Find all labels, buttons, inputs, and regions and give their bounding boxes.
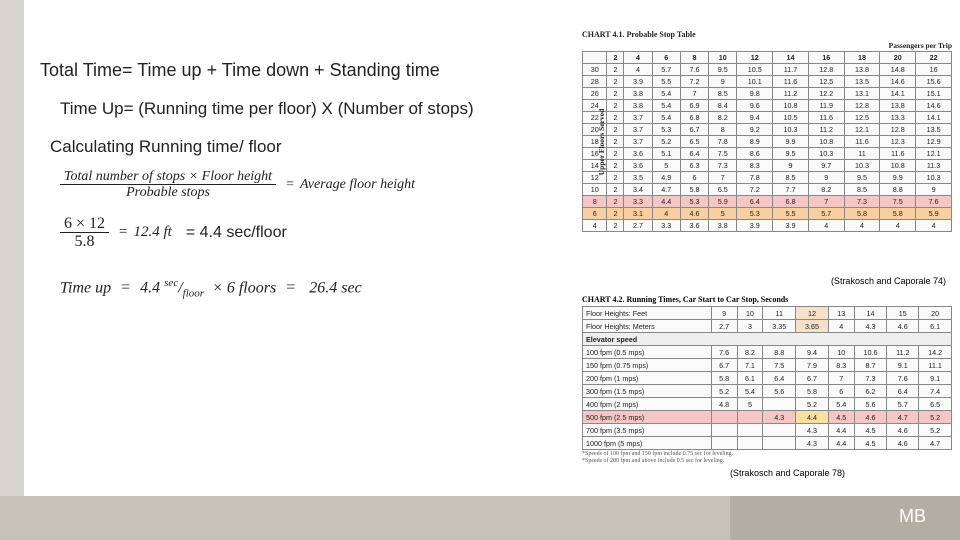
table-row: 623.144.655.35.55.75.85.85.9 (583, 208, 952, 220)
table-row: 700 fpm (3.5 mps)4.34.44.54.65.2 (583, 424, 952, 437)
chart-probable-stop: CHART 4.1. Probable Stop Table Passenger… (582, 30, 952, 232)
f3-unit-den: floor (183, 287, 204, 299)
table-row: 200 fpm (1 mps)5.86.16.46.777.37.69.1 (583, 372, 952, 385)
table-row: 1223.54.9677.88.599.59.910.3 (583, 172, 952, 184)
table-row: 2423.85.46.98.49.610.811.912.813.814.6 (583, 100, 952, 112)
chart1-title: CHART 4.1. Probable Stop Table (582, 30, 952, 39)
footer-initials: MB (899, 506, 926, 527)
footer-shade (0, 496, 730, 540)
formula2-mid: 12.4 ft (134, 224, 172, 241)
table-row: 2023.75.36.789.210.311.212.112.813.5 (583, 124, 952, 136)
formula1-rhs: Average floor height (300, 177, 415, 193)
table-row: 2223.75.46.88.29.410.511.612.513.314.1 (583, 112, 952, 124)
table-row: 300 fpm (1.5 mps)5.25.45.65.866.26.47.4 (583, 385, 952, 398)
credit-chart1: (Strakosch and Caporale 74) (831, 276, 946, 286)
heading-time-up: Time Up= (Running time per floor) X (Num… (60, 99, 560, 119)
formula2-denominator: 5.8 (71, 233, 99, 251)
formula-avg-height: Total number of stops × Floor height Pro… (60, 169, 560, 201)
chart2-note1: *Speeds of 100 fpm and 150 fpm include 0… (582, 451, 952, 457)
chart2-title: CHART 4.2. Running Times, Car Start to C… (582, 295, 952, 304)
formula1-numerator: Total number of stops × Floor height (60, 169, 276, 185)
formula2-numerator: 6 × 12 (60, 215, 109, 234)
table-row: 150 fpm (0.75 mps)6.77.17.57.98.38.79.11… (583, 359, 952, 372)
formula1-denominator: Probable stops (122, 185, 214, 200)
formula-time-up: Time up = 4.4 sec/floor × 6 floors = 26.… (60, 277, 560, 300)
footer-bar: MB (0, 496, 960, 540)
table-row: 500 fpm (2.5 mps)4.34.44.54.64.75.2 (583, 411, 952, 424)
table-row: 400 fpm (2 mps)4.855.25.45.65.76.5 (583, 398, 952, 411)
heading-total-time: Total Time= Time up + Time down + Standi… (40, 60, 560, 81)
f3-rhs: 26.4 sec (309, 279, 361, 296)
chart1-xlabel: Passengers per Trip (582, 41, 952, 50)
chart-running-times: CHART 4.2. Running Times, Car Start to C… (582, 295, 952, 464)
f3-lhs: Time up (60, 279, 111, 296)
table-row: 422.73.33.63.83.93.94444 (583, 220, 952, 232)
f3-unit-num: sec (164, 277, 178, 289)
formula-numeric: 6 × 12 5.8 = 12.4 ft = 4.4 sec/floor (60, 215, 560, 251)
table-row: 1000 fpm (5 mps)4.34.44.54.64.7 (583, 437, 952, 450)
table-row: 1823.75.26.57.88.99.910.811.612.312.9 (583, 136, 952, 148)
table-row: 823.34.45.35.96.46.877.37.57.6 (583, 196, 952, 208)
table-row: 30245.77.69.510.511.712.813.814.816 (583, 64, 952, 76)
f3-times: × 6 floors (212, 279, 276, 296)
equals: = (121, 279, 130, 296)
chart2-table: Floor Heights: Feet910111213141520Floor … (582, 306, 952, 450)
table-row: 2823.95.57.2910.111.612.513.514.615.6 (583, 76, 952, 88)
table-row: 1423.656.37.38.399.710.310.811.3 (583, 160, 952, 172)
chart1-ylabel: Upper Floors Served (597, 108, 606, 175)
table-row: 1023.44.75.86.57.27.78.28.58.89 (583, 184, 952, 196)
left-sidebar (0, 0, 24, 540)
table-row: 2623.85.478.59.811.212.213.114.115.1 (583, 88, 952, 100)
slide-body: Total Time= Time up + Time down + Standi… (40, 60, 560, 299)
table-row: 1623.65.16.47.58.69.510.31111.612.1 (583, 148, 952, 160)
equals: = (119, 224, 127, 241)
f3-val: 4.4 (140, 279, 160, 296)
chart2-note2: *Speeds of 200 fpm and above include 0.5… (582, 458, 952, 464)
chart1-table: 24681012141618202230245.77.69.510.511.71… (582, 51, 952, 232)
table-row: 100 fpm (0.5 mps)7.68.28.89.41010.611.21… (583, 346, 952, 359)
equals: = (286, 177, 294, 193)
credit-chart2: (Strakosch and Caporale 78) (730, 468, 845, 478)
heading-calc: Calculating Running time/ floor (50, 137, 560, 157)
formula2-rhs: = 4.4 sec/floor (186, 224, 287, 242)
